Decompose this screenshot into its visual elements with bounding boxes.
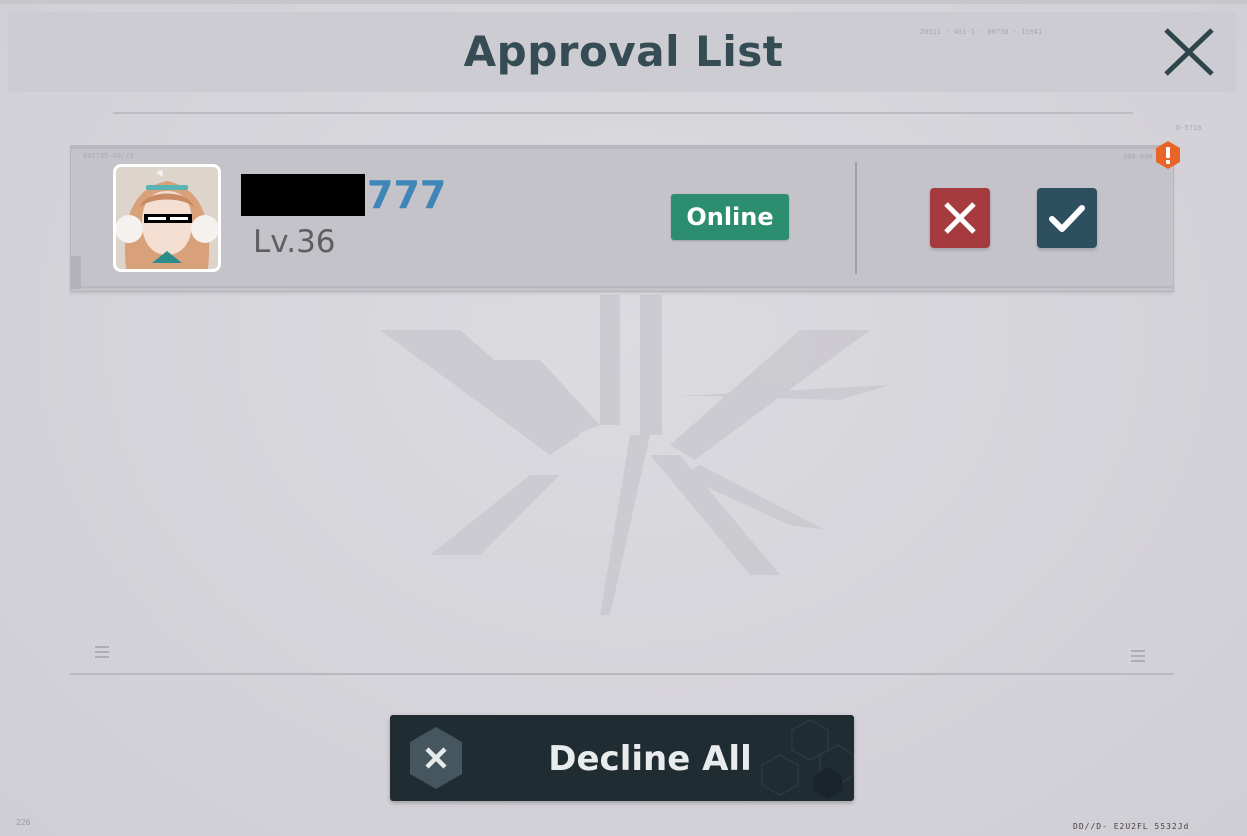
card-left-accent [71,256,81,289]
close-icon [1164,28,1214,76]
exclamation-icon [1156,141,1180,169]
card-serial: 092735-A0//3 [83,152,134,160]
deco-bars-left [95,646,109,660]
accept-request-button[interactable] [1037,188,1097,248]
deco-bars-right [1131,650,1145,664]
corner-code: DD//D- E2U2FL 5532Jd [1073,822,1190,831]
friend-request-card: 092735-A0//3 300-890 777 Lv.36 Online [70,141,1180,292]
status-badge: Online [671,194,789,240]
username-redaction [241,174,365,216]
header-divider [113,112,1133,114]
avatar-portrait [116,167,218,269]
decline-request-button[interactable] [930,188,990,248]
x-icon [944,202,976,234]
close-button[interactable] [1160,24,1218,82]
x-hexagon-icon [410,727,462,789]
avatar[interactable] [113,164,221,272]
card-code-top: D-5710 [1176,124,1202,132]
username-text: 777 [367,173,447,217]
list-bottom-divider [70,673,1174,675]
player-level: Lv.36 [253,224,336,260]
page-title: Approval List [463,27,784,76]
card-bottom-rule [71,286,1173,288]
corner-number: 226 [16,818,31,827]
decline-all-button[interactable]: Decline All [390,715,854,801]
card-top-rule [71,146,1173,149]
header-code-text: 20311 · 401-1 · 00730 · 11041 [920,28,1043,36]
decline-all-label: Decline All [548,739,752,779]
checkmark-icon [1049,205,1085,232]
approval-panel: Approval List 20311 · 401-1 · 00730 · 11… [0,0,1247,836]
emblem-watermark [380,295,890,615]
card-code-right: 300-890 [1123,153,1153,161]
card-divider [855,162,857,274]
